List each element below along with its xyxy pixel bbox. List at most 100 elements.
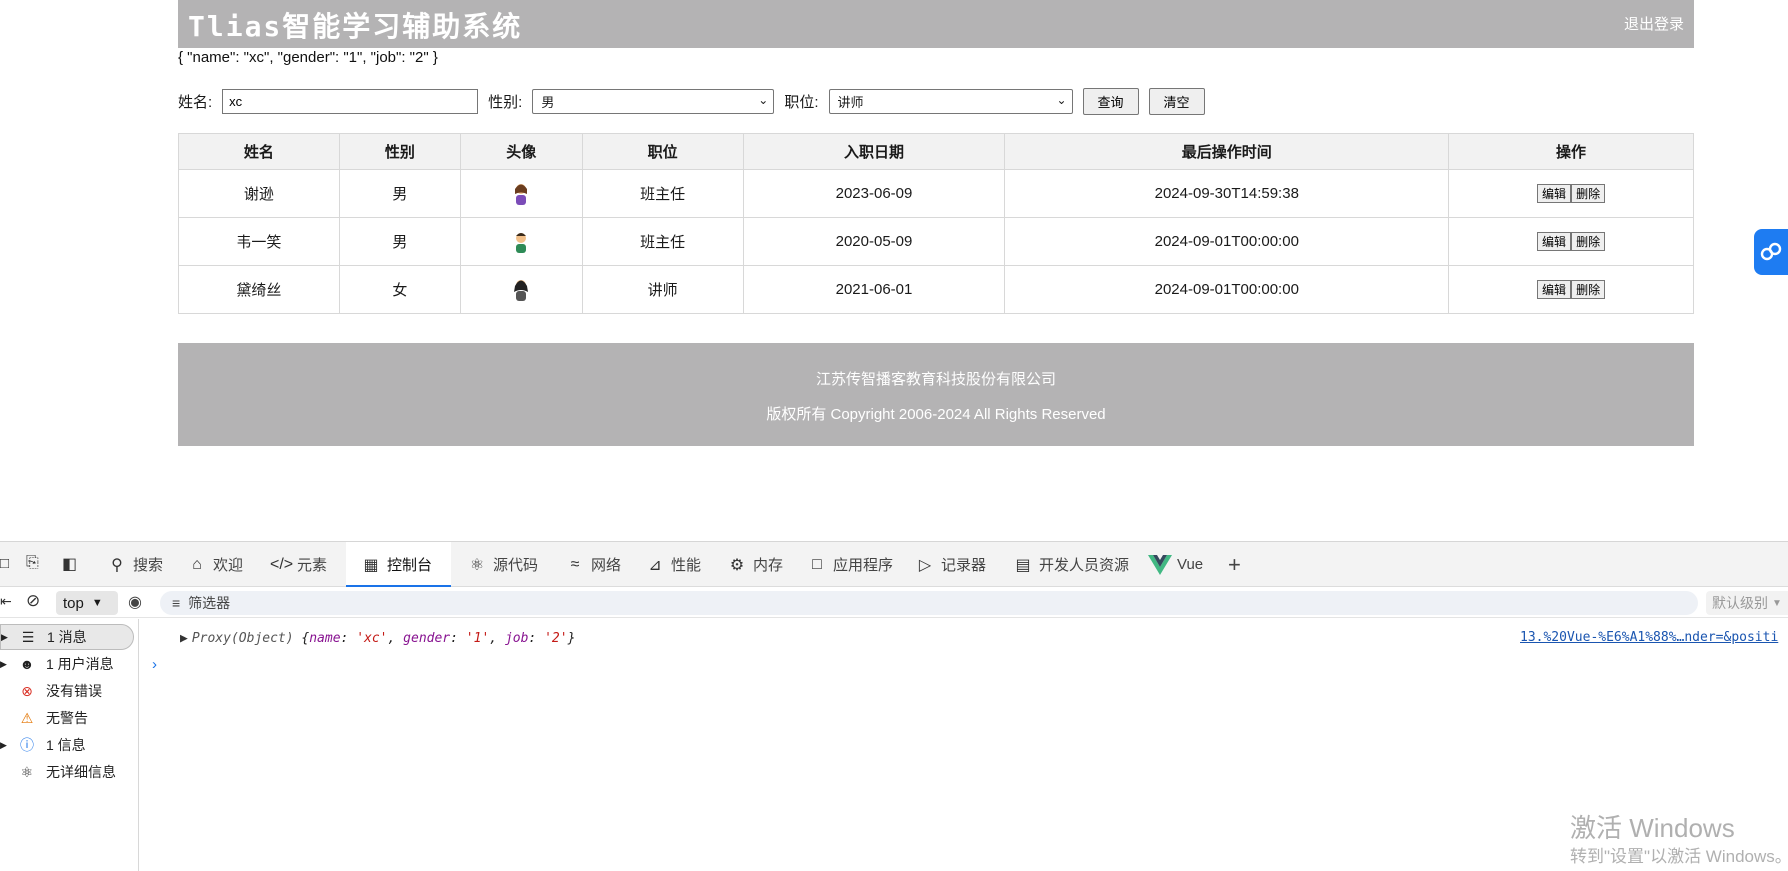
- sidebar-item-label: 没有错误: [46, 683, 102, 699]
- tab-label: 控制台: [387, 557, 433, 574]
- tab-label: 应用程序: [833, 557, 894, 574]
- tab-dev-resources[interactable]: ▤ 开发人员资源: [1012, 542, 1129, 587]
- code-icon: </>: [270, 555, 294, 573]
- log-value: '1': [465, 631, 490, 646]
- filter-icon: ≡: [172, 595, 181, 611]
- cell-name: 韦一笑: [178, 217, 340, 266]
- tab-sources[interactable]: ⚛ 源代码: [466, 542, 538, 587]
- bug-icon: ⚛: [469, 556, 485, 574]
- sidebar-item-errors[interactable]: ⊗ 没有错误: [0, 678, 134, 704]
- cell-gender: 女: [338, 265, 461, 314]
- cell-job: 班主任: [581, 169, 744, 218]
- sidebar-toggle-icon[interactable]: ◧: [62, 554, 77, 574]
- context-selector[interactable]: top ▼: [56, 591, 118, 615]
- tab-label: 搜索: [133, 557, 164, 574]
- expand-arrow-icon: ▶: [1, 631, 8, 642]
- console-prompt-icon[interactable]: ›: [152, 656, 157, 673]
- sidebar-item-label: 无详细信息: [46, 764, 116, 780]
- tab-label: 记录器: [941, 557, 987, 574]
- tab-application[interactable]: □ 应用程序: [806, 542, 893, 587]
- float-assistant-button[interactable]: [1754, 229, 1788, 275]
- tab-label: Vue: [1177, 556, 1204, 573]
- caret-down-icon: ▼: [91, 597, 103, 609]
- tab-console[interactable]: ▦ 控制台: [346, 542, 451, 587]
- windows-activation-hint: 转到"设置"以激活 Windows。: [1570, 847, 1788, 866]
- log-value: 'xc': [356, 631, 388, 646]
- home-icon: ⌂: [192, 555, 202, 573]
- edit-button[interactable]: 编辑: [1537, 232, 1572, 251]
- tab-label: 网络: [591, 557, 622, 574]
- gender-select-value: 男: [541, 94, 555, 110]
- console-log-entry[interactable]: ▶ Proxy(Object) {name: 'xc', gender: '1',…: [180, 631, 575, 646]
- sidebar-item-warnings[interactable]: ⚠ 无警告: [0, 705, 134, 731]
- delete-button[interactable]: 删除: [1571, 232, 1606, 251]
- inspect-icon[interactable]: □: [0, 555, 9, 572]
- tab-welcome[interactable]: ⌂ 欢迎: [186, 542, 243, 587]
- tab-label: 开发人员资源: [1039, 557, 1130, 574]
- log-level-dropdown[interactable]: 默认级别 ▼: [1706, 591, 1788, 615]
- cell-updated: 2024-09-30T14:59:38: [1004, 169, 1450, 218]
- footer-copyright: 版权所有 Copyright 2006-2024 All Rights Rese…: [766, 406, 1106, 423]
- device-toggle-icon[interactable]: ⎘: [26, 554, 39, 572]
- sidebar-collapse-icon[interactable]: ⇤: [0, 593, 12, 610]
- window-icon: □: [812, 555, 822, 573]
- tab-memory[interactable]: ⚙ 内存: [726, 542, 783, 587]
- tab-recorder[interactable]: ▷ 记录器: [914, 542, 986, 587]
- console-filter-input[interactable]: ≡ 筛选器: [160, 591, 1698, 615]
- tab-search[interactable]: ⚲ 搜索: [106, 542, 163, 587]
- col-header-actions: 操作: [1448, 133, 1694, 170]
- edit-button[interactable]: 编辑: [1537, 280, 1572, 299]
- bug-icon: ⚛: [20, 763, 34, 780]
- avatar-image: [514, 279, 529, 301]
- list-icon: ☰: [21, 628, 35, 645]
- tab-network[interactable]: ≈ 网络: [564, 542, 621, 587]
- footer-company: 江苏传智播客教育科技股份有限公司: [815, 371, 1056, 388]
- job-select[interactable]: 讲师 ⌄: [828, 88, 1073, 114]
- cell-actions: 编辑 删除: [1448, 217, 1694, 266]
- expand-arrow-icon: ▶: [0, 658, 7, 669]
- delete-button[interactable]: 删除: [1571, 280, 1606, 299]
- cell-entry-date: 2020-05-09: [742, 217, 1006, 266]
- logout-link[interactable]: 退出登录: [1624, 13, 1684, 34]
- warning-icon: ⚠: [20, 709, 34, 726]
- log-key: job: [504, 631, 529, 646]
- context-selector-value: top: [63, 594, 84, 612]
- expand-arrow-icon: ▶: [0, 739, 7, 750]
- table-row: 黛绮丝 女 讲师 2021-06-01 2024-09-01T00:00:00 …: [178, 265, 1694, 314]
- cell-avatar: [459, 265, 583, 314]
- expand-arrow-icon[interactable]: ▶: [180, 631, 188, 646]
- edit-button[interactable]: 编辑: [1537, 184, 1572, 203]
- tab-label: 欢迎: [213, 557, 244, 574]
- table-row: 韦一笑 男 班主任 2020-05-09 2024-09-01T00:00:00…: [178, 217, 1694, 266]
- devtools-tabbar: □ ⎘ ◧ ⚲ 搜索 ⌂ 欢迎 </> 元素 ▦ 控制台 ⚛ 源代码 ≈ 网络 ⊿ 性能 ⚙ 内…: [0, 542, 1788, 587]
- sidebar-item-verbose[interactable]: ⚛ 无详细信息: [0, 759, 134, 785]
- sidebar-item-messages[interactable]: ▶ ☰ 1 消息: [0, 624, 134, 650]
- avatar-image: [515, 183, 528, 205]
- eye-icon[interactable]: ◉: [128, 592, 142, 612]
- clear-console-icon[interactable]: ⊘: [26, 591, 40, 611]
- sidebar-item-user-messages[interactable]: ▶ ☻ 1 用户消息: [0, 651, 134, 677]
- clear-button[interactable]: 清空: [1148, 87, 1205, 115]
- log-source-link[interactable]: 13.%20Vue-%E6%A1%88%…nder=&positi: [1520, 630, 1778, 645]
- chip-icon: ⚙: [729, 556, 745, 574]
- delete-button[interactable]: 删除: [1571, 184, 1606, 203]
- tab-performance[interactable]: ⊿ 性能: [644, 542, 701, 587]
- chevron-down-icon: ⌄: [1056, 92, 1067, 107]
- col-header-gender: 性别: [338, 133, 461, 170]
- cell-actions: 编辑 删除: [1448, 265, 1694, 314]
- wifi-icon: ≈: [570, 555, 580, 573]
- query-button[interactable]: 查询: [1082, 87, 1139, 115]
- col-header-job: 职位: [581, 133, 744, 170]
- gender-select[interactable]: 男 ⌄: [532, 88, 775, 114]
- tab-elements[interactable]: </> 元素: [270, 542, 327, 587]
- tab-vue[interactable]: Vue: [1148, 542, 1203, 587]
- log-key: gender: [403, 631, 451, 646]
- col-header-updated: 最后操作时间: [1004, 133, 1450, 170]
- name-input[interactable]: [222, 88, 479, 114]
- sidebar-item-label: 1 消息: [47, 629, 87, 645]
- cell-avatar: [459, 217, 583, 266]
- table-row: 谢逊 男 班主任 2023-06-09 2024-09-30T14:59:38 …: [178, 169, 1694, 218]
- sidebar-item-info[interactable]: ▶ ⓘ 1 信息: [0, 732, 134, 758]
- add-tab-icon[interactable]: +: [1228, 552, 1241, 578]
- screen: Tlias智能学习辅助系统 退出登录 { "name": "xc", "gend…: [0, 0, 1788, 871]
